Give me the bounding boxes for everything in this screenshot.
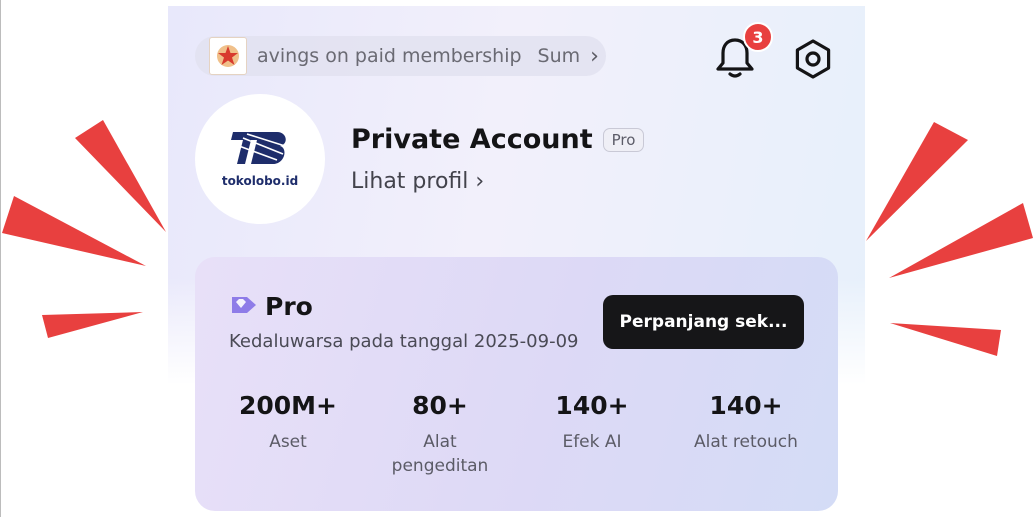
view-profile-link[interactable]: Lihat profil › — [351, 169, 484, 194]
promo-thumbnail-icon — [217, 45, 239, 67]
stat-ai-effects: 140+ Efek AI — [533, 391, 651, 454]
promo-text-suffix: Sum — [537, 45, 581, 67]
account-name: Private Account — [351, 124, 593, 155]
stat-label: Alat retouch — [694, 432, 798, 452]
avatar[interactable]: tokolobo.id — [195, 94, 325, 224]
stat-label: Alat pengeditan — [391, 432, 489, 476]
ray-left-3 — [42, 312, 143, 338]
gear-icon[interactable] — [792, 38, 834, 80]
promo-thumbnail — [209, 37, 247, 75]
notification-count-badge: 3 — [743, 22, 773, 52]
renew-button[interactable]: Perpanjang sek... — [603, 295, 804, 349]
ray-left-2 — [2, 196, 146, 266]
account-screen: avings on paid membership Sum › 3 tokolo… — [168, 6, 865, 517]
account-name-row: Private Account Pro — [351, 124, 645, 155]
ray-left-1 — [75, 120, 166, 232]
stat-value: 80+ — [412, 391, 468, 420]
stat-assets: 200M+ Aset — [229, 391, 347, 454]
stat-editing-tools: 80+ Alat pengeditan — [381, 391, 499, 478]
ray-right-2 — [889, 203, 1033, 278]
pro-membership-card: Pro Kedaluwarsa pada tanggal 2025-09-09 … — [195, 257, 838, 511]
stat-value: 200M+ — [238, 391, 337, 420]
stat-label: Efek AI — [562, 432, 622, 452]
ray-right-1 — [866, 122, 968, 241]
expiry-date: Kedaluwarsa pada tanggal 2025-09-09 — [229, 331, 579, 352]
tier-tag: Pro — [602, 127, 645, 152]
stat-label: Aset — [269, 432, 307, 452]
chevron-right-icon: › — [590, 43, 599, 69]
stat-value: 140+ — [555, 391, 629, 420]
ray-right-3 — [890, 323, 1001, 356]
stat-value: 140+ — [709, 391, 783, 420]
membership-title: Pro — [265, 292, 313, 321]
diamond-tag-icon — [232, 297, 256, 313]
promo-text: avings on paid membership — [257, 45, 522, 67]
membership-promo-banner[interactable]: avings on paid membership Sum › — [195, 36, 606, 76]
avatar-brand-text: tokolobo.id — [221, 174, 299, 188]
tokolobo-logo-icon — [231, 132, 286, 164]
stat-retouch-tools: 140+ Alat retouch — [681, 391, 811, 454]
